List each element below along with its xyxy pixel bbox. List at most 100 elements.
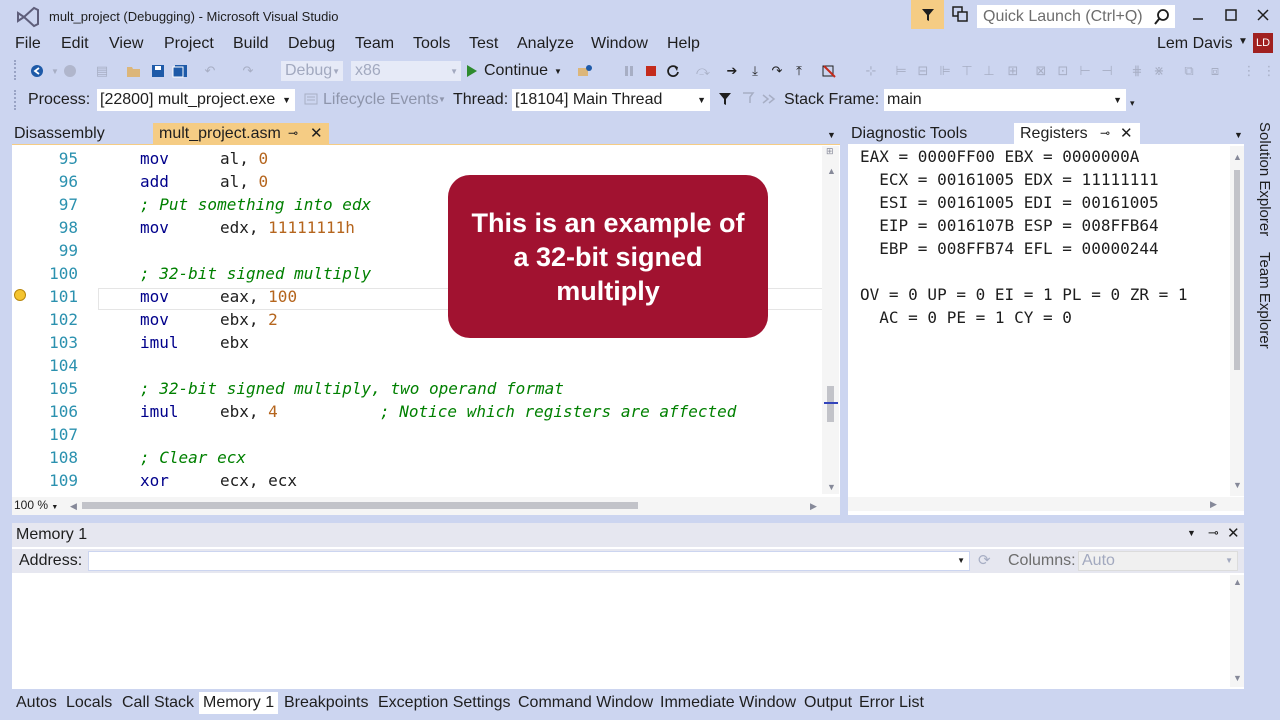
attach-icon[interactable]: [576, 62, 594, 80]
maximize-button[interactable]: [1216, 4, 1246, 26]
feedback-icon[interactable]: [950, 4, 972, 26]
menu-analyze[interactable]: Analyze: [517, 35, 574, 53]
toolbar-grip[interactable]: [14, 60, 18, 80]
menu-help[interactable]: Help: [667, 35, 700, 53]
menu-build[interactable]: Build: [233, 35, 269, 53]
toolbar-icon-m[interactable]: ⋇: [1150, 62, 1168, 80]
toolbar-icon-o[interactable]: ⧈: [1206, 62, 1224, 80]
menu-edit[interactable]: Edit: [61, 35, 89, 53]
user-name[interactable]: Lem Davis: [1157, 35, 1233, 53]
team-explorer-tab[interactable]: Team Explorer: [1253, 252, 1273, 352]
memory-window[interactable]: [12, 523, 1244, 689]
menu-view[interactable]: View: [109, 35, 143, 53]
tab-registers[interactable]: Registers ⊸ ✕: [1014, 123, 1140, 145]
restart-icon[interactable]: [664, 62, 682, 80]
toolbar-icon-q[interactable]: ⋮: [1260, 62, 1278, 80]
redo-icon[interactable]: ↷: [239, 62, 257, 80]
tab-breakpoints[interactable]: Breakpoints: [280, 692, 373, 714]
scroll-right-icon[interactable]: ▶: [810, 501, 817, 512]
menu-test[interactable]: Test: [469, 35, 498, 53]
toolbar-grip-2[interactable]: [14, 90, 18, 110]
break-all-icon[interactable]: [620, 62, 638, 80]
tab-immediate-window[interactable]: Immediate Window: [656, 692, 800, 714]
toolbar-icon-k[interactable]: ⊣: [1098, 62, 1116, 80]
new-project-icon[interactable]: ▤: [93, 62, 111, 80]
toolbar-icon-n[interactable]: ⧉: [1180, 62, 1198, 80]
memory-vertical-scrollbar[interactable]: ▲ ▼: [1230, 575, 1244, 687]
scroll-up-icon[interactable]: ▲: [827, 166, 836, 176]
tab-error-list[interactable]: Error List: [855, 692, 928, 714]
toolbar-icon-b[interactable]: ⊨: [892, 62, 910, 80]
menu-tools[interactable]: Tools: [413, 35, 450, 53]
toolbar-icon-i[interactable]: ⊡: [1054, 62, 1072, 80]
tab-exception-settings[interactable]: Exception Settings: [374, 692, 515, 714]
solution-explorer-tab[interactable]: Solution Explorer: [1253, 122, 1273, 240]
toolbar-icon-e[interactable]: ⊤: [958, 62, 976, 80]
toolbar-icon-f[interactable]: ⊥: [980, 62, 998, 80]
registers-window[interactable]: EAX = 0000FF00 EBX = 0000000A ECX = 0016…: [848, 145, 1244, 515]
toolbar-overflow-icon[interactable]: ▾: [1130, 98, 1135, 109]
tab-disassembly[interactable]: Disassembly: [8, 123, 154, 145]
exception-settings-icon[interactable]: [820, 62, 838, 80]
menu-file[interactable]: File: [15, 35, 41, 53]
apply-code-changes-icon[interactable]: ⤼: [694, 62, 712, 80]
platform-select[interactable]: x86 ▼: [350, 60, 462, 82]
toolbar-icon-a[interactable]: ⊹: [862, 62, 880, 80]
quick-launch-input[interactable]: Quick Launch (Ctrl+Q): [976, 4, 1176, 29]
tab-command-window[interactable]: Command Window: [514, 692, 657, 714]
step-over-icon[interactable]: ↷: [768, 62, 786, 80]
chevron-down-icon[interactable]: ▼: [957, 556, 965, 565]
tab-mult-project-asm[interactable]: mult_project.asm ⊸ ✕: [153, 123, 329, 145]
forward-icon[interactable]: [61, 62, 79, 80]
refresh-icon[interactable]: ⟳: [978, 551, 991, 569]
split-icon[interactable]: ⊞: [826, 146, 834, 157]
scroll-down-icon[interactable]: ▼: [827, 482, 836, 492]
scroll-right-icon[interactable]: ▶: [1210, 499, 1217, 510]
stop-debugging-icon[interactable]: [642, 62, 660, 80]
lifecycle-events-icon[interactable]: [304, 92, 318, 106]
pin-icon[interactable]: ⊸: [288, 126, 298, 140]
pin-icon[interactable]: ⊸: [1100, 126, 1110, 140]
toolbar-icon-g[interactable]: ⊞: [1004, 62, 1022, 80]
tab-autos[interactable]: Autos: [12, 692, 61, 714]
open-file-icon[interactable]: [125, 62, 143, 80]
address-input[interactable]: ▼: [88, 551, 970, 571]
menu-debug[interactable]: Debug: [288, 35, 335, 53]
menu-project[interactable]: Project: [164, 35, 214, 53]
tab-memory-1[interactable]: Memory 1: [199, 692, 279, 714]
editor-vertical-scrollbar[interactable]: ⊞ ▲ ▼: [822, 146, 839, 494]
thread-select[interactable]: [18104] Main Thread ▼: [511, 88, 711, 112]
close-icon[interactable]: ✕: [1227, 524, 1240, 542]
scroll-up-icon[interactable]: ▲: [1233, 577, 1242, 587]
notifications-icon[interactable]: [911, 0, 944, 29]
undo-icon[interactable]: ↶: [201, 62, 219, 80]
window-menu-icon[interactable]: ▼: [1187, 528, 1196, 538]
search-icon[interactable]: [1153, 8, 1171, 26]
close-button[interactable]: [1248, 4, 1278, 26]
tab-list-dropdown-icon[interactable]: ▼: [827, 130, 836, 140]
tab-locals[interactable]: Locals: [62, 692, 116, 714]
solution-config-select[interactable]: Debug ▼: [280, 60, 344, 82]
step-out-icon[interactable]: ⤒: [790, 62, 808, 80]
close-tab-icon[interactable]: ✕: [1120, 124, 1133, 142]
toolbar-icon-c[interactable]: ⊟: [914, 62, 932, 80]
scroll-down-icon[interactable]: ▼: [1233, 480, 1242, 490]
close-tab-icon[interactable]: ✕: [310, 124, 323, 142]
lifecycle-dropdown-icon[interactable]: ▼: [438, 95, 446, 104]
registers-scroll-thumb[interactable]: [1234, 170, 1240, 370]
continue-button[interactable]: Continue ▼: [466, 60, 562, 82]
editor-scroll-thumb[interactable]: [827, 386, 834, 422]
toolbar-icon-j[interactable]: ⊢: [1076, 62, 1094, 80]
columns-select[interactable]: Auto ▼: [1078, 551, 1238, 571]
toolbar-icon-p[interactable]: ⋮: [1240, 62, 1258, 80]
save-icon[interactable]: [149, 62, 167, 80]
tab-call-stack[interactable]: Call Stack: [118, 692, 198, 714]
toolbar-icon-h[interactable]: ⊠: [1032, 62, 1050, 80]
zoom-select[interactable]: 100 % ▼: [12, 498, 64, 514]
registers-horizontal-scrollbar[interactable]: ▶: [848, 497, 1244, 511]
minimize-button[interactable]: [1183, 4, 1213, 26]
tab-diagnostic-tools[interactable]: Diagnostic Tools: [845, 123, 1015, 145]
save-all-icon[interactable]: [171, 62, 189, 80]
toggle-threads-icon[interactable]: [762, 92, 776, 106]
lifecycle-events-button[interactable]: Lifecycle Events: [323, 91, 439, 109]
